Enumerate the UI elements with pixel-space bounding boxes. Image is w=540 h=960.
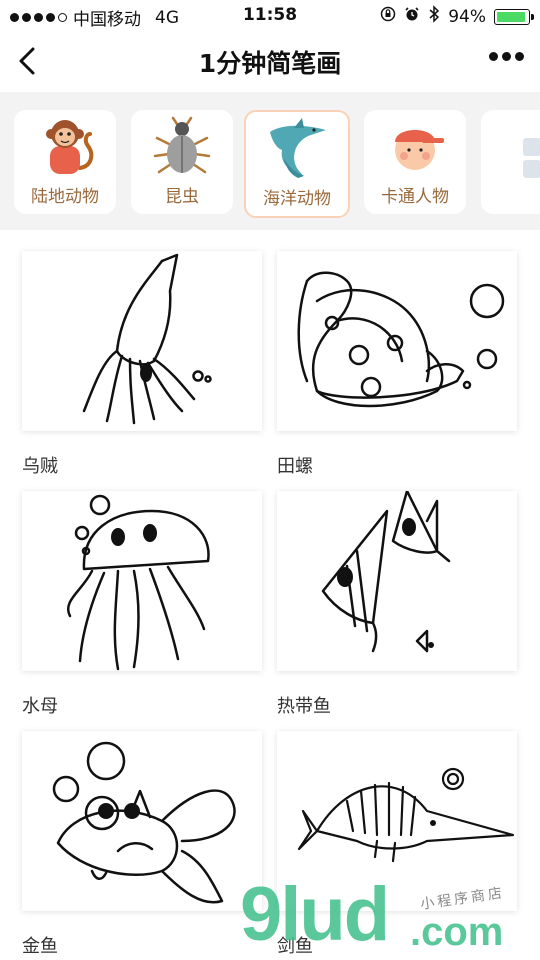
category-insects[interactable]: 昆虫 [131,110,233,214]
snail-drawing [297,271,505,408]
drawing-card-tropical-fish[interactable] [277,491,517,671]
alarm-icon [404,6,420,27]
drawing-card-squid[interactable] [22,251,262,431]
category-sea-animals[interactable]: 海洋动物 [244,110,350,218]
goldfish-drawing [52,741,236,904]
squid-drawing [82,253,212,425]
watermark-main: 9lud [240,872,390,957]
category-more[interactable] [481,110,540,214]
category-label: 海洋动物 [263,189,331,209]
drawing-card-goldfish[interactable] [22,731,262,911]
shark-icon [270,118,326,178]
category-label: 陆地动物 [31,187,99,207]
category-label: 昆虫 [165,187,199,207]
grid-icon [523,138,540,178]
drawing-name: 金鱼 [22,936,58,957]
category-label: 卡通人物 [381,187,449,207]
monkey-icon [46,120,94,174]
drawing-name: 田螺 [277,456,313,477]
watermark: 9lud .com 小程序商店 [240,872,540,960]
jellyfish-drawing [66,494,210,671]
more-button[interactable] [489,52,524,61]
page-title: 1分钟简笔画 [198,49,342,78]
orientation-lock-icon [380,6,396,27]
drawing-card-snail[interactable] [277,251,517,431]
drawing-name: 水母 [22,696,58,717]
watermark-suffix: .com [410,910,504,954]
bluetooth-icon [428,5,440,28]
tropical-fish-drawing [321,491,451,653]
drawing-name: 乌贼 [22,456,58,477]
battery-icon [494,8,534,25]
cartoon-boy-icon [395,130,444,170]
beetle-icon [153,116,211,174]
battery-percent: 94% [448,6,486,27]
category-strip[interactable]: 陆地动物 昆虫 海洋动物 卡通人物 [0,92,540,230]
navigation-bar: 1分钟简笔画 [0,30,540,92]
category-cartoon-characters[interactable]: 卡通人物 [364,110,466,214]
status-bar: 中国移动 4G 11:58 94% [0,0,540,30]
drawing-name: 热带鱼 [277,696,331,717]
drawing-card-jellyfish[interactable] [22,491,262,671]
category-land-animals[interactable]: 陆地动物 [14,110,116,214]
